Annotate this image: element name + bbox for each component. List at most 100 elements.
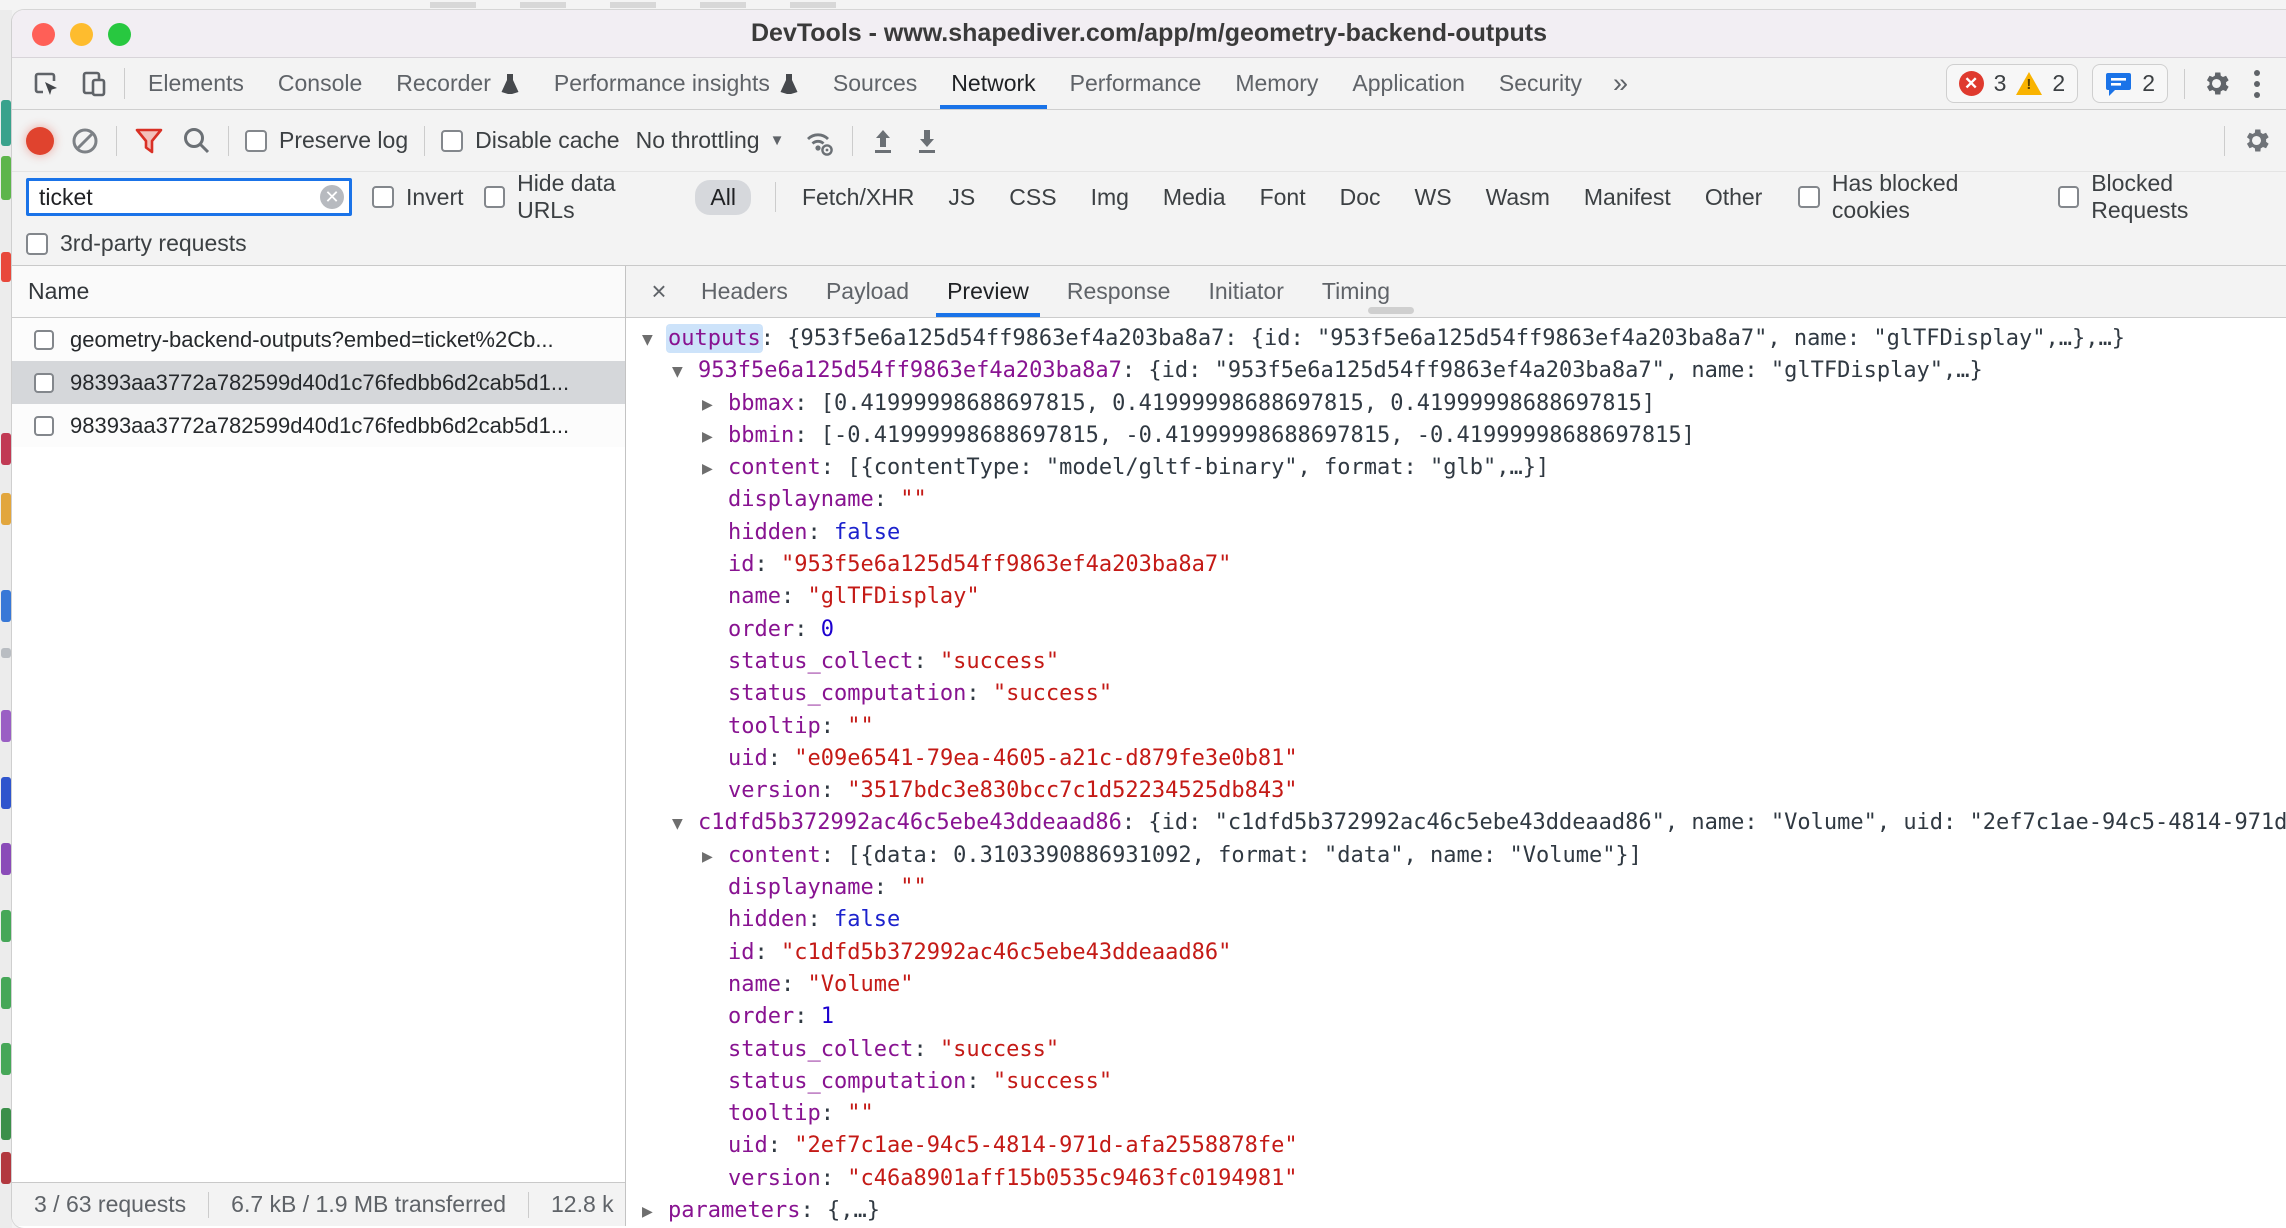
- type-chip-other[interactable]: Other: [1703, 180, 1765, 215]
- detail-tab-payload[interactable]: Payload: [807, 266, 928, 317]
- tab-console[interactable]: Console: [261, 58, 379, 109]
- settings-gear-icon[interactable]: [2201, 68, 2232, 99]
- tab-elements[interactable]: Elements: [131, 58, 261, 109]
- has-blocked-cookies-checkbox[interactable]: Has blocked cookies: [1798, 170, 2037, 224]
- json-line[interactable]: ▼outputs: {953f5e6a125d54ff9863ef4a203ba…: [626, 323, 2286, 355]
- tab-performance[interactable]: Performance: [1053, 58, 1219, 109]
- hide-data-urls-checkbox[interactable]: Hide data URLs: [484, 170, 676, 224]
- import-har-icon[interactable]: [869, 126, 897, 156]
- type-chip-doc[interactable]: Doc: [1338, 180, 1383, 215]
- disclosure-triangle-icon[interactable]: ▶: [702, 841, 728, 873]
- json-line[interactable]: version: "3517bdc3e830bcc7c1d52234525db8…: [626, 775, 2286, 807]
- more-options-kebab-icon[interactable]: [2246, 70, 2268, 98]
- network-settings-gear-icon[interactable]: [2241, 125, 2272, 156]
- json-line[interactable]: uid: "2ef7c1ae-94c5-4814-971d-afa2558878…: [626, 1130, 2286, 1162]
- disclosure-triangle-icon[interactable]: ▼: [672, 356, 698, 388]
- zoom-window-button[interactable]: [108, 23, 131, 46]
- json-line[interactable]: status_computation: "success": [626, 1066, 2286, 1098]
- type-chip-media[interactable]: Media: [1161, 180, 1228, 215]
- json-line[interactable]: id: "c1dfd5b372992ac46c5ebe43ddeaad86": [626, 937, 2286, 969]
- json-line[interactable]: ▶content: [{contentType: "model/gltf-bin…: [626, 452, 2286, 484]
- type-chip-fetch-xhr[interactable]: Fetch/XHR: [800, 180, 916, 215]
- json-line[interactable]: uid: "e09e6541-79ea-4605-a21c-d879fe3e0b…: [626, 743, 2286, 775]
- clear-network-log-icon[interactable]: [70, 126, 100, 156]
- scrollbar-thumb[interactable]: [1368, 307, 1414, 314]
- type-chip-img[interactable]: Img: [1089, 180, 1131, 215]
- tab-performance-insights[interactable]: Performance insights: [537, 58, 816, 109]
- json-line[interactable]: tooltip: "": [626, 711, 2286, 743]
- record-network-log-button[interactable]: [26, 127, 54, 155]
- json-line[interactable]: order: 0: [626, 614, 2286, 646]
- type-chip-css[interactable]: CSS: [1007, 180, 1058, 215]
- network-conditions-icon[interactable]: [800, 125, 836, 157]
- disclosure-triangle-icon[interactable]: ▼: [642, 324, 668, 356]
- table-row[interactable]: 98393aa3772a782599d40d1c76fedbb6d2cab5d1…: [12, 361, 625, 404]
- disclosure-triangle-icon[interactable]: ▼: [672, 808, 698, 840]
- json-line[interactable]: name: "Volume": [626, 969, 2286, 1001]
- tab-security[interactable]: Security: [1482, 58, 1599, 109]
- filter-input[interactable]: [26, 178, 352, 216]
- disable-cache-checkbox[interactable]: Disable cache: [441, 127, 619, 154]
- json-line[interactable]: version: "c46a8901aff15b0535c9463fc01949…: [626, 1163, 2286, 1195]
- clear-filter-icon[interactable]: ✕: [320, 185, 344, 209]
- filter-funnel-icon[interactable]: [133, 126, 165, 156]
- detail-tab-response[interactable]: Response: [1048, 266, 1190, 317]
- throttling-dropdown[interactable]: No throttling ▼: [636, 127, 785, 154]
- blocked-requests-checkbox[interactable]: Blocked Requests: [2058, 170, 2272, 224]
- tab-application[interactable]: Application: [1335, 58, 1482, 109]
- json-line[interactable]: status_computation: "success": [626, 678, 2286, 710]
- type-chip-manifest[interactable]: Manifest: [1582, 180, 1673, 215]
- json-line[interactable]: hidden: false: [626, 904, 2286, 936]
- disclosure-triangle-icon[interactable]: ▶: [642, 1196, 668, 1226]
- json-line[interactable]: status_collect: "success": [626, 1034, 2286, 1066]
- tab-recorder[interactable]: Recorder: [379, 58, 537, 109]
- json-line[interactable]: ▶content: [{data: 0.3103390886931092, fo…: [626, 840, 2286, 872]
- json-line[interactable]: displayname: "": [626, 484, 2286, 516]
- json-line[interactable]: ▶bbmin: [-0.41999998688697815, -0.419999…: [626, 420, 2286, 452]
- type-chip-js[interactable]: JS: [946, 180, 977, 215]
- json-line[interactable]: ▶bbmax: [0.41999998688697815, 0.41999998…: [626, 388, 2286, 420]
- messages-badge[interactable]: 2: [2092, 64, 2168, 103]
- disclosure-triangle-icon[interactable]: ▶: [702, 421, 728, 453]
- detail-tab-initiator[interactable]: Initiator: [1189, 266, 1302, 317]
- inspect-element-icon[interactable]: [22, 58, 70, 109]
- toggle-device-toolbar-icon[interactable]: [70, 58, 118, 109]
- json-line[interactable]: name: "glTFDisplay": [626, 581, 2286, 613]
- row-checkbox[interactable]: [34, 373, 54, 393]
- disclosure-triangle-icon[interactable]: ▶: [702, 389, 728, 421]
- json-line[interactable]: ▼c1dfd5b372992ac46c5ebe43ddeaad86: {id: …: [626, 807, 2286, 839]
- third-party-requests-checkbox[interactable]: 3rd-party requests: [26, 230, 247, 257]
- json-line[interactable]: ▶parameters: {,…}: [626, 1195, 2286, 1226]
- type-chip-ws[interactable]: WS: [1413, 180, 1454, 215]
- row-checkbox[interactable]: [34, 330, 54, 350]
- json-line[interactable]: displayname: "": [626, 872, 2286, 904]
- disclosure-triangle-icon[interactable]: ▶: [702, 453, 728, 485]
- json-line[interactable]: id: "953f5e6a125d54ff9863ef4a203ba8a7": [626, 549, 2286, 581]
- search-icon[interactable]: [181, 125, 212, 156]
- table-row[interactable]: 98393aa3772a782599d40d1c76fedbb6d2cab5d1…: [12, 404, 625, 447]
- tab-memory[interactable]: Memory: [1218, 58, 1335, 109]
- type-chip-all[interactable]: All: [695, 180, 751, 215]
- json-line[interactable]: ▼953f5e6a125d54ff9863ef4a203ba8a7: {id: …: [626, 355, 2286, 387]
- preserve-log-checkbox[interactable]: Preserve log: [245, 127, 408, 154]
- invert-checkbox[interactable]: Invert: [372, 184, 464, 211]
- type-chip-font[interactable]: Font: [1258, 180, 1308, 215]
- row-checkbox[interactable]: [34, 416, 54, 436]
- detail-tab-headers[interactable]: Headers: [682, 266, 807, 317]
- type-chip-wasm[interactable]: Wasm: [1484, 180, 1552, 215]
- json-line[interactable]: tooltip: "": [626, 1098, 2286, 1130]
- close-window-button[interactable]: [32, 23, 55, 46]
- json-line[interactable]: status_collect: "success": [626, 646, 2286, 678]
- tab-sources[interactable]: Sources: [816, 58, 934, 109]
- issues-badge[interactable]: ✕ 3 ! 2: [1946, 64, 2079, 103]
- table-row[interactable]: geometry-backend-outputs?embed=ticket%2C…: [12, 318, 625, 361]
- more-tabs-chevron[interactable]: »: [1599, 58, 1642, 109]
- minimize-window-button[interactable]: [70, 23, 93, 46]
- detail-tab-preview[interactable]: Preview: [928, 266, 1048, 317]
- json-line[interactable]: order: 1: [626, 1001, 2286, 1033]
- json-line[interactable]: hidden: false: [626, 517, 2286, 549]
- export-har-icon[interactable]: [913, 126, 941, 156]
- close-detail-icon[interactable]: ×: [636, 266, 682, 317]
- tab-network[interactable]: Network: [934, 58, 1052, 109]
- name-column-header[interactable]: Name: [12, 266, 625, 318]
